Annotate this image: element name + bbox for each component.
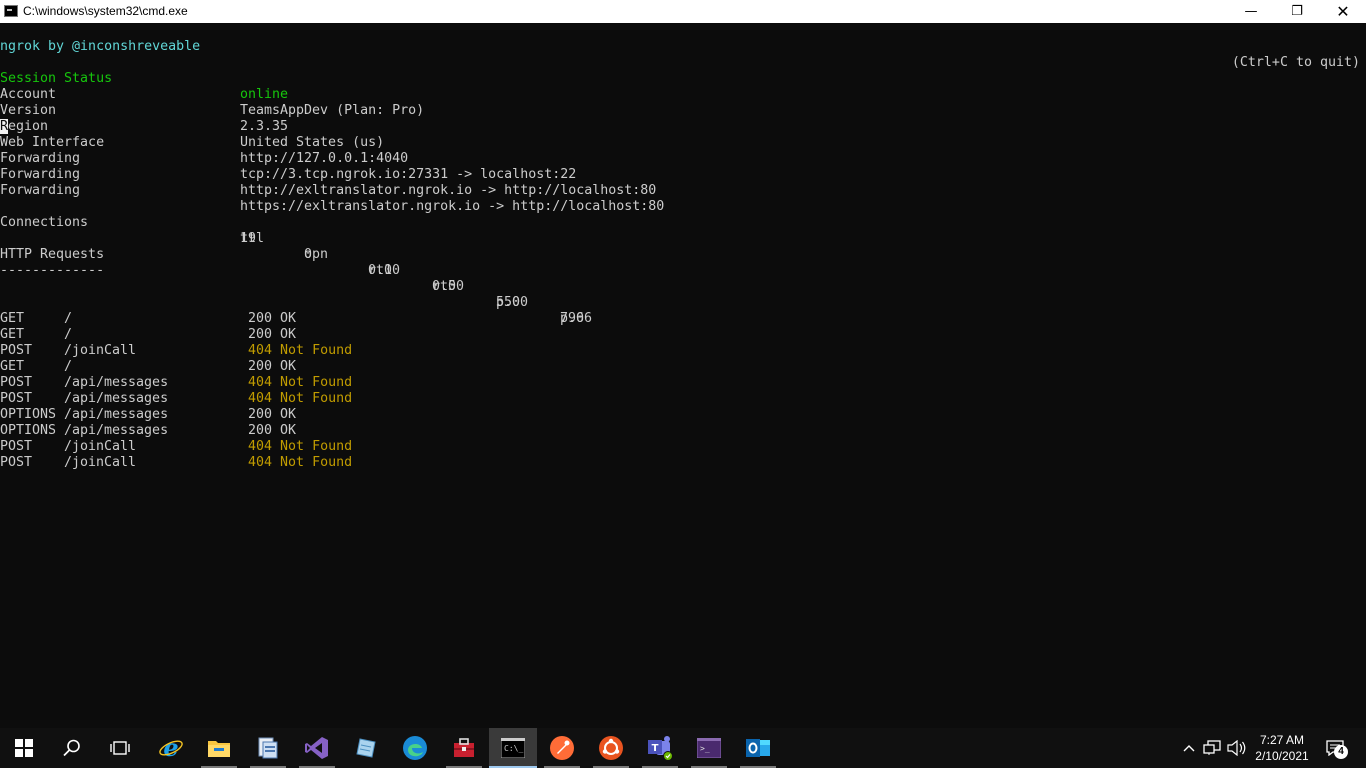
metric-value: 7.66 <box>560 311 593 326</box>
info-row: Web Interface http://127.0.0.1:4040 <box>0 119 408 166</box>
info-row: Account TeamsAppDev (Plan: Pro) <box>0 71 424 118</box>
ngrok-banner: ngrok by @inconshreveable <box>0 39 201 54</box>
request-row: POST/api/messages 404 Not Found <box>0 359 500 390</box>
info-row: Forwarding tcp://3.tcp.ngrok.io:27331 ->… <box>0 135 576 182</box>
minimize-button[interactable]: — <box>1228 0 1274 23</box>
info-row: Forwarding http://exltranslator.ngrok.io… <box>0 151 656 198</box>
request-row: GET/200 OK <box>0 311 500 342</box>
connections-values-row: 19 0 0.00 0.00 5.00 7.66 <box>0 215 700 326</box>
windows-start-icon[interactable] <box>0 728 48 768</box>
toolbox-icon[interactable] <box>440 728 488 768</box>
request-row: POST/joinCall 404 Not Found <box>0 423 500 454</box>
console-output[interactable]: ngrok by @inconshreveable (Ctrl+C to qui… <box>0 23 1366 728</box>
ubuntu-icon[interactable] <box>587 728 635 768</box>
request-row: OPTIONS/api/messages 200 OK <box>0 391 500 422</box>
notification-count-badge: 4 <box>1334 745 1348 759</box>
cmd-window-icon[interactable] <box>4 5 18 17</box>
network-icon[interactable] <box>1200 728 1224 768</box>
request-status: 404 Not Found <box>248 455 353 470</box>
taskbar-clock[interactable]: 7:27 AM 2/10/2021 <box>1244 732 1320 764</box>
svg-text:e: e <box>163 735 178 761</box>
file-manager-icon[interactable] <box>244 728 292 768</box>
info-value: United States (us) <box>240 135 385 150</box>
restore-button[interactable]: ❐ <box>1274 0 1320 23</box>
request-path: /joinCall <box>64 455 137 470</box>
info-value: tcp://3.tcp.ngrok.io:27331 -> localhost:… <box>240 167 577 182</box>
ngrok-header: ngrok by @inconshreveable (Ctrl+C to qui… <box>0 23 1366 70</box>
request-row: POST/api/messages 404 Not Found <box>0 375 500 406</box>
postman-icon[interactable] <box>538 728 586 768</box>
requests-title: HTTP Requests <box>0 247 105 262</box>
requests-rule: ------------- <box>0 263 105 278</box>
metric-value: 0 <box>304 247 313 262</box>
notification-icon: 4 <box>1326 740 1348 759</box>
metric-value: 5.00 <box>496 295 529 310</box>
info-value: http://exltranslator.ngrok.io -> http://… <box>240 183 657 198</box>
info-value: TeamsAppDev (Plan: Pro) <box>240 103 425 118</box>
teams-icon[interactable]: T <box>636 728 684 768</box>
metric-value: 0.00 <box>432 279 465 294</box>
request-row: GET/200 OK <box>0 295 500 326</box>
terminal-icon[interactable]: >_ <box>685 728 733 768</box>
session-status-row: Session Status online <box>0 55 288 102</box>
connections-header-row: Connections ttl opn rt1 rt5 p50 p90 <box>0 199 700 326</box>
request-row: OPTIONS/api/messages 200 OK <box>0 407 500 438</box>
internet-explorer-icon[interactable]: e <box>147 728 195 768</box>
metric-value: 19 <box>240 231 257 246</box>
info-row: Forwarding https://exltranslator.ngrok.i… <box>0 167 664 214</box>
quit-hint: (Ctrl+C to quit) <box>1231 55 1360 70</box>
svg-text:T: T <box>652 743 659 754</box>
task-view-icon[interactable] <box>96 728 144 768</box>
notifications-button[interactable]: 4 <box>1320 728 1350 768</box>
info-row: Version 2.3.35 <box>0 87 288 134</box>
request-row: POST/joinCall 404 Not Found <box>0 327 500 358</box>
cmd-icon[interactable]: C:\_ <box>489 728 537 768</box>
request-row: GET/200 OK <box>0 343 500 374</box>
session-status-value: online <box>240 87 289 102</box>
svg-text:>_: >_ <box>700 744 710 753</box>
visual-studio-icon[interactable] <box>293 728 341 768</box>
svg-text:C:\_: C:\_ <box>504 744 523 753</box>
close-button[interactable]: ✕ <box>1320 0 1366 23</box>
clock-date: 2/10/2021 <box>1255 749 1309 763</box>
window-title: C:\windows\system32\cmd.exe <box>23 4 188 18</box>
edge-icon[interactable] <box>391 728 439 768</box>
window-title-bar[interactable]: C:\windows\system32\cmd.exe — ❐ ✕ <box>0 0 1366 23</box>
metric-value: 0.00 <box>368 263 401 278</box>
request-row: POST/joinCall 404 Not Found <box>0 439 500 470</box>
taskbar: e C:\_ T >_ 7:27 AM 2/10/2021 4 <box>0 728 1366 768</box>
info-row: Region United States (us) <box>0 103 384 150</box>
request-method: POST <box>0 455 33 470</box>
outlook-icon[interactable] <box>734 728 782 768</box>
search-icon[interactable] <box>48 728 96 768</box>
clock-time: 7:27 AM <box>1259 733 1305 747</box>
file-explorer-icon[interactable] <box>195 728 243 768</box>
show-hidden-icons-chevron-icon[interactable] <box>1178 728 1200 768</box>
info-label: Forwarding <box>0 183 81 198</box>
notepad-icon[interactable] <box>342 728 390 768</box>
info-value: 2.3.35 <box>240 119 289 134</box>
info-value: http://127.0.0.1:4040 <box>240 151 409 166</box>
